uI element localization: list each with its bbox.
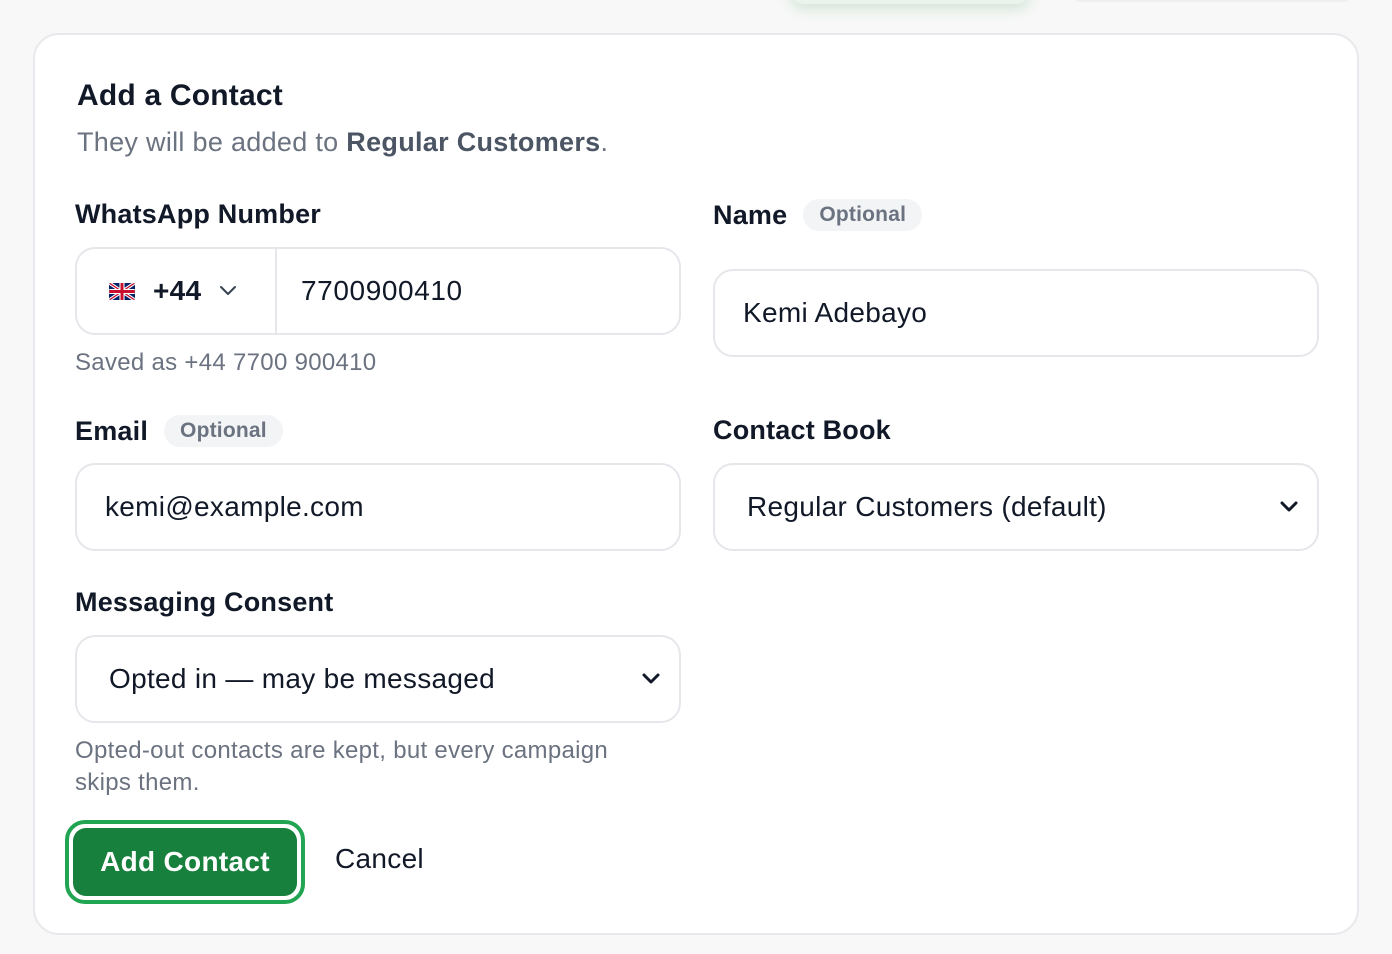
contact-book-label-text: Contact Book bbox=[713, 415, 891, 445]
name-label: Name Optional bbox=[713, 199, 923, 231]
country-code-value: +44 bbox=[153, 275, 202, 306]
email-optional-badge: Optional bbox=[164, 415, 283, 447]
messaging-consent-selected: Opted in — may be messaged bbox=[109, 663, 495, 694]
whatsapp-number-label: WhatsApp Number bbox=[75, 199, 321, 230]
contact-book-selected: Regular Customers (default) bbox=[747, 491, 1107, 522]
email-input-value: kemi@example.com bbox=[105, 491, 364, 522]
name-label-text: Name bbox=[713, 199, 788, 230]
email-label-text: Email bbox=[75, 415, 149, 446]
name-input-value: Kemi Adebayo bbox=[743, 297, 928, 328]
name-input[interactable]: Kemi Adebayo bbox=[713, 269, 1319, 357]
dialog-subtitle: They will be added to Regular Customers. bbox=[77, 127, 608, 158]
chevron-down-icon bbox=[641, 672, 661, 686]
country-code-select[interactable]: +44 bbox=[77, 249, 277, 333]
add-contact-button[interactable]: Add Contact bbox=[65, 820, 305, 904]
dialog-title: Add a Contact bbox=[77, 79, 283, 112]
uk-flag-icon bbox=[109, 282, 135, 300]
email-label: Email Optional bbox=[75, 415, 283, 447]
subtitle-prefix: They will be added to bbox=[77, 127, 339, 157]
whatsapp-number-field: +44 7700900410 bbox=[75, 247, 681, 335]
messaging-consent-select[interactable]: Opted in — may be messaged bbox=[75, 635, 681, 723]
name-optional-badge: Optional bbox=[803, 199, 923, 231]
whatsapp-number-label-text: WhatsApp Number bbox=[75, 199, 321, 229]
add-contact-dialog: Add a Contact They will be added to Regu… bbox=[33, 33, 1359, 935]
phone-saved-as-hint: Saved as +44 7700 900410 bbox=[75, 349, 377, 376]
messaging-consent-label-text: Messaging Consent bbox=[75, 587, 334, 617]
phone-number-input[interactable]: 7700900410 bbox=[277, 275, 463, 307]
contact-book-select[interactable]: Regular Customers (default) bbox=[713, 463, 1319, 551]
contact-book-label: Contact Book bbox=[713, 415, 891, 446]
messaging-consent-label: Messaging Consent bbox=[75, 587, 333, 618]
subtitle-contact-book: Regular Customers bbox=[346, 127, 601, 157]
email-input[interactable]: kemi@example.com bbox=[75, 463, 681, 551]
chevron-down-icon bbox=[219, 285, 237, 297]
chevron-down-icon bbox=[1279, 500, 1299, 514]
background-tab-shadow bbox=[790, 0, 1030, 4]
consent-help-text: Opted-out contacts are kept, but every c… bbox=[75, 737, 609, 796]
background-tab-edge bbox=[1072, 0, 1352, 2]
cancel-button[interactable]: Cancel bbox=[335, 843, 424, 875]
add-contact-button-label: Add Contact bbox=[73, 828, 297, 896]
subtitle-suffix: . bbox=[600, 127, 609, 157]
